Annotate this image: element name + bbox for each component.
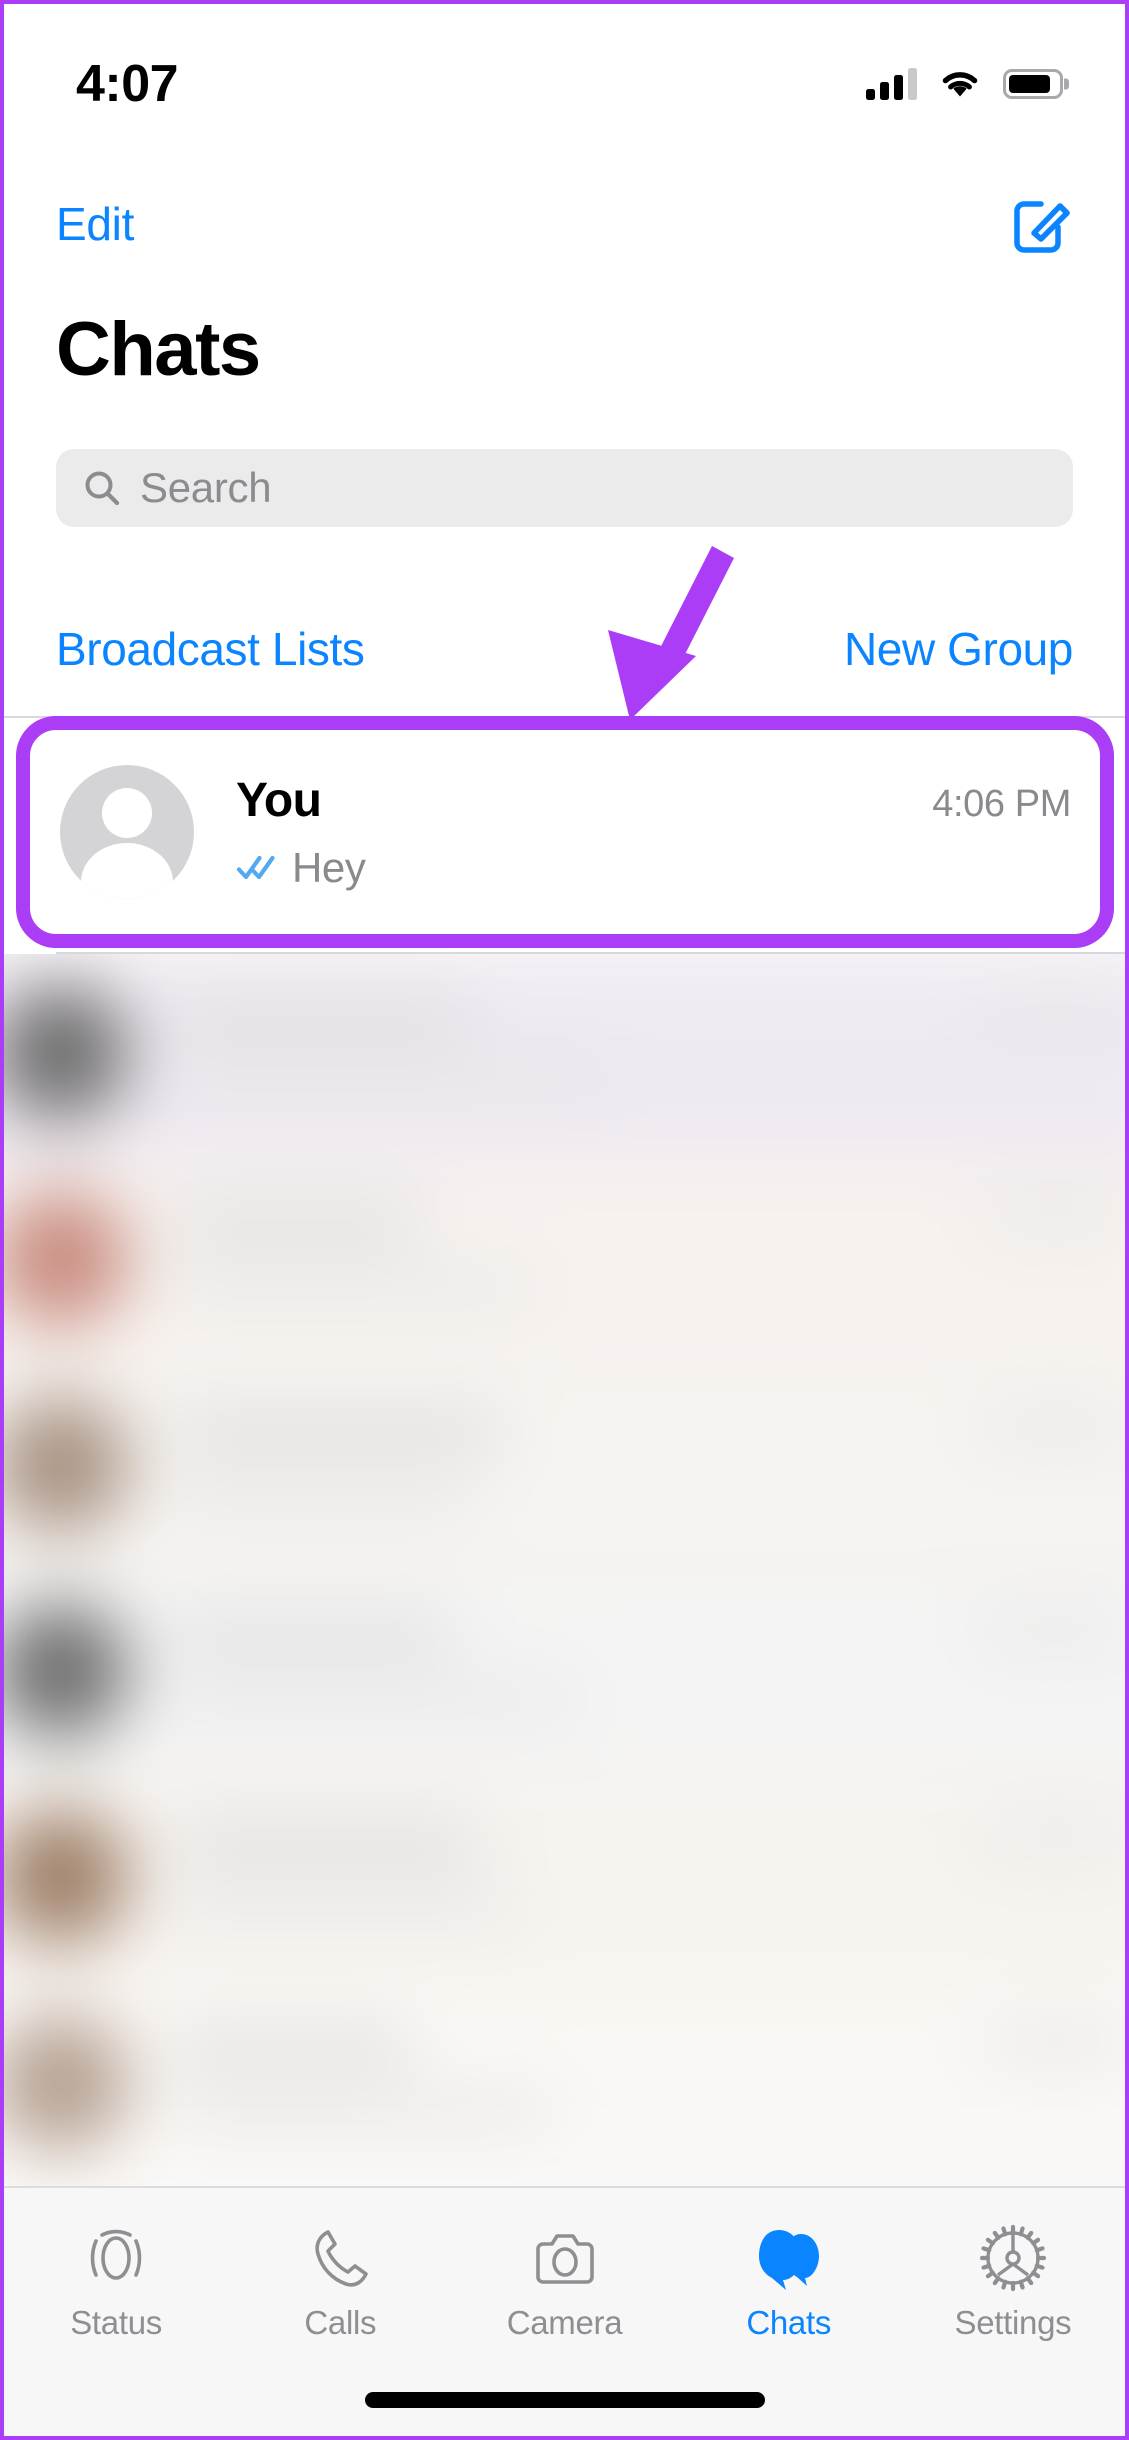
blurred-list-item[interactable] <box>4 1778 1125 1984</box>
nav-bar: Edit <box>4 176 1125 272</box>
chat-item-name: You <box>236 773 322 827</box>
double-check-read-icon <box>236 855 275 879</box>
blurred-list-item[interactable] <box>4 954 1125 1160</box>
page-title: Chats <box>56 307 261 392</box>
blurred-list-item[interactable] <box>4 1984 1125 2190</box>
battery-icon <box>1003 69 1063 99</box>
chat-item-preview: Hey <box>292 843 366 891</box>
chat-item-content: You 4:06 PM Hey <box>236 773 1071 892</box>
status-bar-icons <box>866 68 1063 100</box>
blurred-list-item[interactable] <box>4 1160 1125 1366</box>
tab-bar: Status Calls Camera Chats Settings <box>4 2186 1125 2436</box>
camera-icon <box>535 2234 594 2284</box>
chat-list-item-you[interactable]: You 4:06 PM Hey <box>16 722 1111 942</box>
phone-screen: 4:07 Edit Chats Search Broadcast Lists N… <box>0 0 1129 2440</box>
tab-label-settings: Settings <box>954 2304 1072 2341</box>
chat-item-timestamp: 4:06 PM <box>932 782 1071 825</box>
default-avatar-icon <box>60 765 194 899</box>
new-group-button[interactable]: New Group <box>844 622 1073 676</box>
wifi-icon <box>942 72 978 97</box>
tab-label-chats: Chats <box>746 2304 832 2341</box>
search-input[interactable]: Search <box>56 449 1073 527</box>
gear-icon <box>979 2224 1047 2292</box>
status-bar: 4:07 <box>4 4 1125 154</box>
edit-button[interactable]: Edit <box>56 197 134 251</box>
blurred-list-item[interactable] <box>4 1366 1125 1572</box>
list-divider <box>4 716 1125 718</box>
broadcast-lists-button[interactable]: Broadcast Lists <box>56 622 365 676</box>
blurred-list-item[interactable] <box>4 1572 1125 1778</box>
search-placeholder: Search <box>140 464 272 511</box>
tab-bar-items: Status Calls Camera Chats Settings <box>4 2188 1125 2378</box>
status-rings-icon <box>90 2229 142 2280</box>
chat-bubbles-icon <box>758 2230 819 2290</box>
tab-label-status: Status <box>70 2304 162 2341</box>
phone-icon <box>315 2230 369 2287</box>
blurred-chat-list[interactable] <box>4 954 1125 2194</box>
tab-label-calls: Calls <box>304 2304 377 2341</box>
tab-settings[interactable]: Settings <box>901 2188 1125 2378</box>
cellular-signal-icon <box>866 68 917 100</box>
tab-camera[interactable]: Camera <box>452 2188 676 2378</box>
status-bar-time: 4:07 <box>76 55 179 113</box>
compose-icon[interactable] <box>1011 193 1073 255</box>
home-indicator[interactable] <box>364 2392 765 2408</box>
tab-calls[interactable]: Calls <box>228 2188 452 2378</box>
search-icon <box>85 471 120 506</box>
tab-status[interactable]: Status <box>4 2188 228 2378</box>
list-action-row: Broadcast Lists New Group <box>4 607 1125 691</box>
tab-label-camera: Camera <box>506 2304 623 2341</box>
tab-chats[interactable]: Chats <box>677 2188 901 2378</box>
